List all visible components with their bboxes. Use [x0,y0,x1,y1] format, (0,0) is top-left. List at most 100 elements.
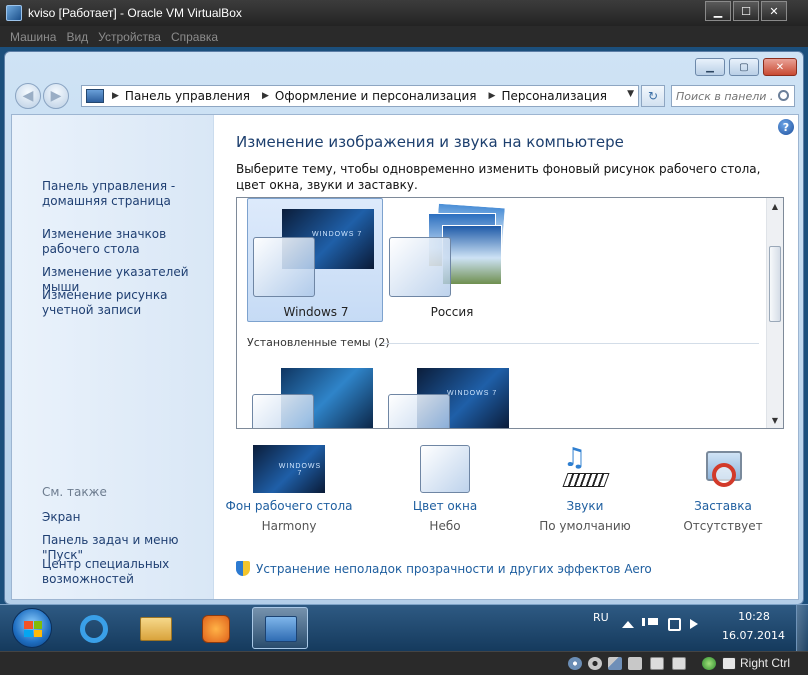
breadcrumb-separator[interactable]: ▶ [489,91,496,101]
taskbar-explorer[interactable] [128,607,184,649]
media-player-icon [202,615,230,643]
menu-help[interactable]: Справка [171,30,218,44]
wallpaper-logo: WINDOWS 7 [312,231,363,238]
window-title: kviso [Работает] - Oracle VM VirtualBox [28,6,242,20]
video-capture-status-icon[interactable] [672,657,686,670]
usb-status-icon[interactable] [608,657,622,670]
window-color-setting[interactable]: Цвет окна Небо [370,445,520,533]
navigation-bar: ◀ ▶ ▶ Панель управления ▶ Оформление и п… [11,82,799,110]
sounds-setting[interactable]: ♫ Звуки По умолчанию [510,445,660,533]
window-color-swatch [389,237,451,297]
help-icon[interactable]: ? [778,119,794,135]
hard-disk-status-icon[interactable] [568,657,582,670]
breadcrumb-appearance[interactable]: Оформление и персонализация [275,89,477,103]
breadcrumb-separator[interactable]: ▶ [262,91,269,101]
theme-windows7[interactable]: WINDOWS 7 Windows 7 [247,198,383,322]
sidebar-link-desktop-icons[interactable]: Изменение значков рабочего стола [42,227,212,257]
menu-machine[interactable]: Машина [10,30,56,44]
desktop-background-icon: WINDOWS 7 [253,445,325,493]
window-color-swatch [388,394,450,428]
clock-date[interactable]: 16.07.2014 [722,629,785,642]
installed-theme-2[interactable]: WINDOWS 7 [383,364,519,428]
scrollbar-thumb[interactable] [769,246,781,322]
scroll-up-arrow-icon[interactable]: ▲ [767,198,783,214]
installed-theme-1[interactable] [247,364,383,428]
shield-icon [236,561,250,576]
optical-drive-status-icon[interactable] [588,657,602,670]
control-panel-icon [86,89,104,103]
theme-label: Россия [430,305,474,319]
screensaver-setting[interactable]: Заставка Отсутствует [648,445,798,533]
menu-devices[interactable]: Устройства [98,30,161,44]
sidebar-link-ease-of-access[interactable]: Центр специальных возможностей [42,557,212,587]
explorer-minimize-button[interactable]: ▁ [695,58,725,76]
vbox-minimize-button[interactable]: ▁ [705,1,731,21]
host-key-label: Right Ctrl [740,656,791,670]
taskbar-internet-explorer[interactable] [66,607,122,649]
section-divider [383,343,759,344]
theme-russia[interactable]: Россия [383,198,519,322]
scroll-down-arrow-icon[interactable]: ▼ [767,412,783,428]
breadcrumb-separator[interactable]: ▶ [112,91,119,101]
window-color-swatch [253,237,315,297]
desktop-background-setting[interactable]: WINDOWS 7 Фон рабочего стола Harmony [214,445,364,533]
virtualbox-titlebar: kviso [Работает] - Oracle VM VirtualBox … [0,0,808,26]
network-icon[interactable] [668,618,681,631]
search-input[interactable] [672,89,772,103]
search-box[interactable] [671,85,795,107]
content-area: Панель управления - домашняя страница Из… [11,114,799,600]
sidebar-link-control-panel-home[interactable]: Панель управления - домашняя страница [42,179,212,209]
setting-label[interactable]: Фон рабочего стола [214,499,364,513]
search-icon[interactable] [778,90,789,101]
wallpaper-logo: WINDOWS 7 [278,463,322,477]
refresh-button[interactable]: ↻ [641,85,665,107]
keyboard-capture-icon[interactable] [722,657,736,670]
volume-icon[interactable] [690,619,698,629]
vbox-maximize-button[interactable]: ☐ [733,1,759,21]
sidebar-link-account-picture[interactable]: Изменение рисунка учетной записи [42,288,212,318]
explorer-maximize-button[interactable]: ▢ [729,58,759,76]
address-dropdown-icon[interactable]: ▼ [627,89,634,99]
setting-value: Небо [429,519,461,533]
aero-troubleshoot-link[interactable]: Устранение неполадок прозрачности и друг… [236,561,652,576]
window-color-swatch [252,394,314,428]
setting-label[interactable]: Заставка [648,499,798,513]
installed-themes-header: Установленные темы (2) [247,336,390,349]
wallpaper-logo: WINDOWS 7 [447,390,498,397]
taskbar: RU 10:28 16.07.2014 [0,604,808,651]
action-center-flag-icon[interactable] [642,618,645,631]
breadcrumb-personalization[interactable]: Персонализация [501,89,607,103]
menu-view[interactable]: Вид [66,30,88,44]
shared-folders-status-icon[interactable] [628,657,642,670]
language-indicator[interactable]: RU [593,611,609,624]
page-title: Изменение изображения и звука на компьют… [236,133,624,151]
guest-desktop: ▁ ▢ ✕ ◀ ▶ ▶ Панель управления ▶ Оформлен… [0,47,808,651]
forward-button[interactable]: ▶ [43,83,69,109]
page-description: Выберите тему, чтобы одновременно измени… [236,162,761,192]
address-bar[interactable]: ▶ Панель управления ▶ Оформление и персо… [81,85,639,107]
explorer-close-button[interactable]: ✕ [763,58,797,76]
setting-label[interactable]: Цвет окна [370,499,520,513]
show-hidden-icons-icon[interactable] [622,621,634,628]
vbox-close-button[interactable]: ✕ [761,1,787,21]
virtualbox-window: kviso [Работает] - Oracle VM VirtualBox … [0,0,808,675]
sidebar-link-display[interactable]: Экран [42,510,212,525]
gallery-scrollbar[interactable]: ▲ ▼ [766,198,783,428]
display-status-icon[interactable] [650,657,664,670]
taskbar-control-panel[interactable] [252,607,308,649]
aero-link-label[interactable]: Устранение неполадок прозрачности и друг… [256,562,652,576]
internet-explorer-icon [80,615,108,643]
taskbar-media-player[interactable] [188,607,244,649]
russia-wallpaper-thumbnail [442,225,502,285]
start-button[interactable] [12,608,52,648]
mouse-integration-icon[interactable] [702,657,716,670]
windows-logo-icon [24,621,42,637]
back-button[interactable]: ◀ [15,83,41,109]
setting-label[interactable]: Звуки [510,499,660,513]
setting-value: По умолчанию [539,519,631,533]
show-desktop-button[interactable] [796,605,808,651]
theme-label: Windows 7 [283,305,349,319]
clock-time[interactable]: 10:28 [726,610,782,623]
screensaver-icon [700,445,746,493]
breadcrumb-control-panel[interactable]: Панель управления [125,89,250,103]
